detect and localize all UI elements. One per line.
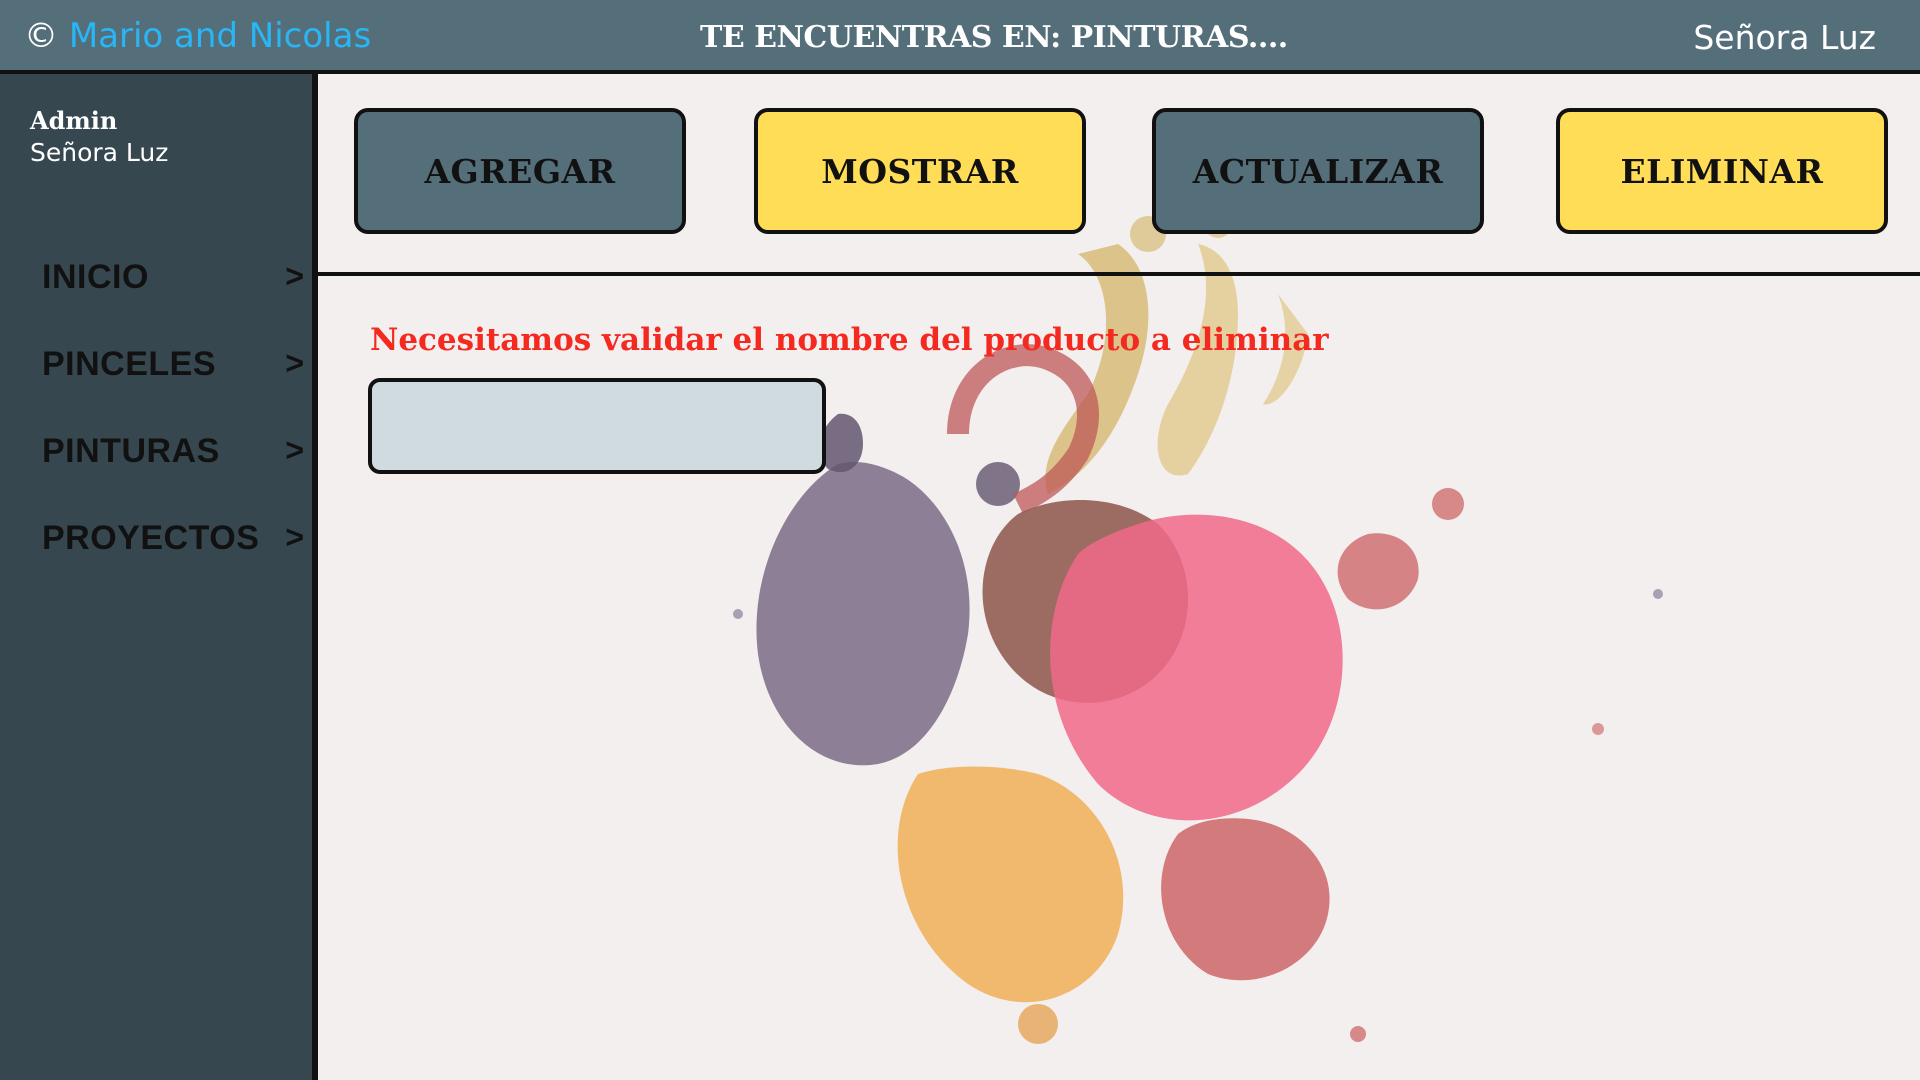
authors-link[interactable]: Mario and Nicolas (69, 16, 371, 56)
chevron-right-icon: > (285, 432, 304, 468)
add-button[interactable]: AGREGAR (354, 108, 686, 234)
action-bar: AGREGAR MOSTRAR ACTUALIZAR ELIMINAR (318, 74, 1920, 276)
sidebar-item-inicio[interactable]: INICIO > (42, 258, 304, 306)
main-content: AGREGAR MOSTRAR ACTUALIZAR ELIMINAR Nece… (318, 74, 1920, 1080)
current-user-name: Señora Luz (1693, 18, 1876, 57)
delete-button[interactable]: ELIMINAR (1556, 108, 1888, 234)
chevron-right-icon: > (285, 519, 304, 555)
chevron-right-icon: > (285, 258, 304, 294)
sidebar-item-proyectos[interactable]: PROYECTOS > (42, 519, 304, 567)
sidebar-item-label: PINTURAS (42, 432, 220, 470)
sidebar-item-pinceles[interactable]: PINCELES > (42, 345, 304, 393)
sidebar-item-label: PROYECTOS (42, 519, 260, 557)
chevron-right-icon: > (285, 345, 304, 381)
sidebar-item-label: INICIO (42, 258, 149, 296)
copyright-symbol: © (24, 16, 58, 56)
top-bar: © Mario and Nicolas TE ENCUENTRAS EN: PI… (0, 0, 1920, 74)
validation-message: Necesitamos validar el nombre del produc… (370, 322, 1329, 358)
show-button[interactable]: MOSTRAR (754, 108, 1086, 234)
page-location-title: TE ENCUENTRAS EN: PINTURAS.... (700, 20, 1288, 55)
sidebar: Admin Señora Luz INICIO > PINCELES > PIN… (0, 74, 318, 1080)
product-name-input[interactable] (368, 378, 826, 474)
sidebar-item-pinturas[interactable]: PINTURAS > (42, 432, 304, 480)
admin-role-label: Admin (30, 106, 118, 135)
sidebar-item-label: PINCELES (42, 345, 217, 383)
copyright-notice: © Mario and Nicolas (24, 16, 371, 57)
update-button[interactable]: ACTUALIZAR (1152, 108, 1484, 234)
admin-name-label: Señora Luz (30, 138, 169, 167)
